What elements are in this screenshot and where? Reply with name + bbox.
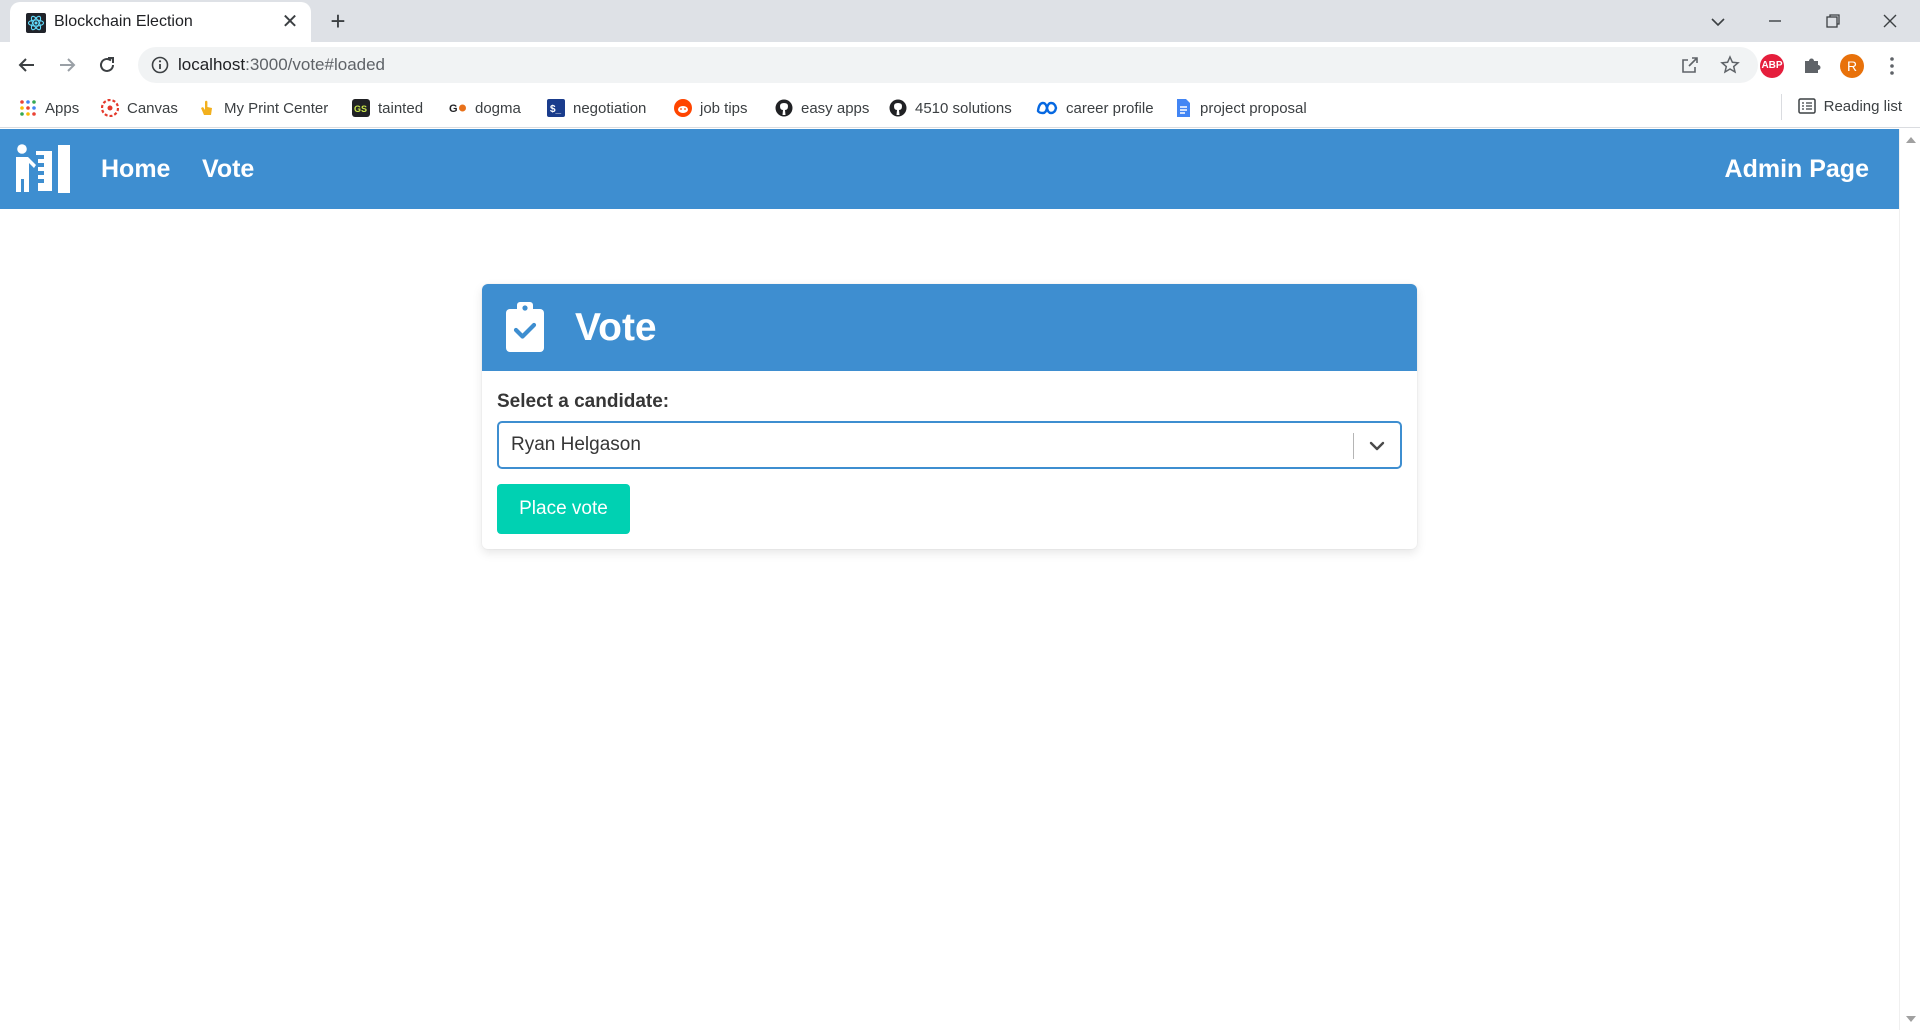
address-bar[interactable]: localhost:3000/vote#loaded xyxy=(138,47,1758,83)
bookmark-project-proposal[interactable]: project proposal xyxy=(1174,97,1307,119)
bookmark-label: job tips xyxy=(700,99,748,117)
nav-home[interactable]: Home xyxy=(101,155,170,184)
gs-icon: GS xyxy=(352,99,370,117)
bookmark-my-print-center[interactable]: My Print Center xyxy=(198,97,328,119)
chevron-down-icon[interactable] xyxy=(1366,435,1388,457)
bookmark-label: My Print Center xyxy=(224,99,329,117)
adblock-plus-icon[interactable]: ABP xyxy=(1760,54,1784,78)
bookmark-4510-solutions[interactable]: 4510 solutions xyxy=(889,97,1012,119)
selected-candidate: Ryan Helgason xyxy=(511,434,641,455)
react-icon xyxy=(26,13,46,33)
restore-icon[interactable] xyxy=(1818,6,1848,36)
bookmark-label: project proposal xyxy=(1200,99,1307,117)
goodreads-icon: G xyxy=(449,103,466,115)
bookmark-label: 4510 solutions xyxy=(915,99,1012,117)
scroll-down-icon[interactable] xyxy=(1906,1016,1916,1022)
bookmark-apps[interactable]: Apps xyxy=(19,97,79,119)
browser-toolbar: localhost:3000/vote#loaded ABP R xyxy=(0,42,1920,88)
bookmark-easy-apps[interactable]: easy apps xyxy=(775,97,869,119)
hand-pointer-icon xyxy=(201,100,212,115)
reading-list-button[interactable]: Reading list xyxy=(1797,97,1902,115)
clipboard-check-icon xyxy=(506,302,544,352)
svg-text:GS: GS xyxy=(354,104,367,114)
card-title: Vote xyxy=(575,306,657,349)
bookmark-label: Canvas xyxy=(127,99,178,117)
select-divider xyxy=(1353,433,1354,459)
share-icon[interactable] xyxy=(1678,53,1702,77)
bookmark-career-profile[interactable]: career profile xyxy=(1036,97,1154,119)
apps-grid-icon xyxy=(20,100,36,116)
reddit-icon xyxy=(674,99,692,117)
github-icon xyxy=(889,99,907,117)
bookmark-label: dogma xyxy=(475,99,521,117)
close-window-icon[interactable] xyxy=(1875,6,1905,36)
site-navbar: Home Vote Admin Page xyxy=(0,129,1899,209)
minimize-icon[interactable] xyxy=(1760,6,1790,36)
bookmark-label: easy apps xyxy=(801,99,870,117)
svg-text:$_: $_ xyxy=(550,104,562,115)
bookmarks-bar: Apps Canvas My Print Center GS tainted G… xyxy=(0,88,1920,128)
scroll-up-icon[interactable] xyxy=(1906,137,1916,143)
canvas-icon xyxy=(101,99,119,117)
bookmarks-divider xyxy=(1781,94,1782,120)
bookmark-negotiation[interactable]: $_ negotiation xyxy=(547,97,646,119)
reading-list-icon xyxy=(1797,98,1816,114)
meta-icon xyxy=(1036,101,1058,115)
page-viewport: Home Vote Admin Page Vote Select a candi… xyxy=(0,129,1899,1030)
page-scrollbar[interactable] xyxy=(1899,129,1920,1030)
back-icon[interactable] xyxy=(12,50,42,80)
ballot-box-voter-icon[interactable] xyxy=(14,143,72,195)
chrome-menu-icon[interactable] xyxy=(1880,54,1904,78)
terminal-icon: $_ xyxy=(547,99,565,117)
nav-vote[interactable]: Vote xyxy=(202,155,254,184)
bookmark-dogma[interactable]: G dogma xyxy=(449,97,521,119)
reload-icon[interactable] xyxy=(92,50,122,80)
bookmark-label: career profile xyxy=(1066,99,1154,117)
google-docs-icon xyxy=(1177,99,1190,117)
url-text[interactable]: localhost:3000/vote#loaded xyxy=(178,55,385,75)
bookmark-canvas[interactable]: Canvas xyxy=(101,97,178,119)
bookmark-tainted[interactable]: GS tainted xyxy=(352,97,423,119)
tab-title: Blockchain Election xyxy=(54,13,193,30)
tab-search-icon[interactable] xyxy=(1703,6,1733,36)
place-vote-button[interactable]: Place vote xyxy=(497,484,630,534)
vote-card-header: Vote xyxy=(482,284,1417,371)
bookmark-star-icon[interactable] xyxy=(1718,53,1742,77)
nav-admin-page[interactable]: Admin Page xyxy=(1725,155,1869,184)
profile-avatar[interactable]: R xyxy=(1840,54,1864,78)
svg-text:G: G xyxy=(449,103,458,115)
candidate-select[interactable]: Ryan Helgason xyxy=(497,421,1402,469)
reading-list-label: Reading list xyxy=(1823,97,1902,115)
bookmark-job-tips[interactable]: job tips xyxy=(674,97,748,119)
bookmark-label: tainted xyxy=(378,99,424,117)
site-info-icon[interactable] xyxy=(150,55,170,75)
bookmark-label: negotiation xyxy=(573,99,647,117)
tab-strip: Blockchain Election ✕ + xyxy=(0,0,1920,42)
candidate-label: Select a candidate: xyxy=(497,391,670,412)
vote-card: Vote Select a candidate: Ryan Helgason P… xyxy=(482,284,1417,549)
browser-tab[interactable]: Blockchain Election ✕ xyxy=(10,2,311,42)
github-icon xyxy=(775,99,793,117)
new-tab-icon[interactable]: + xyxy=(324,8,352,36)
forward-icon[interactable] xyxy=(52,50,82,80)
close-tab-icon[interactable]: ✕ xyxy=(279,11,301,33)
bookmark-label: Apps xyxy=(45,99,80,117)
extensions-puzzle-icon[interactable] xyxy=(1800,54,1824,78)
